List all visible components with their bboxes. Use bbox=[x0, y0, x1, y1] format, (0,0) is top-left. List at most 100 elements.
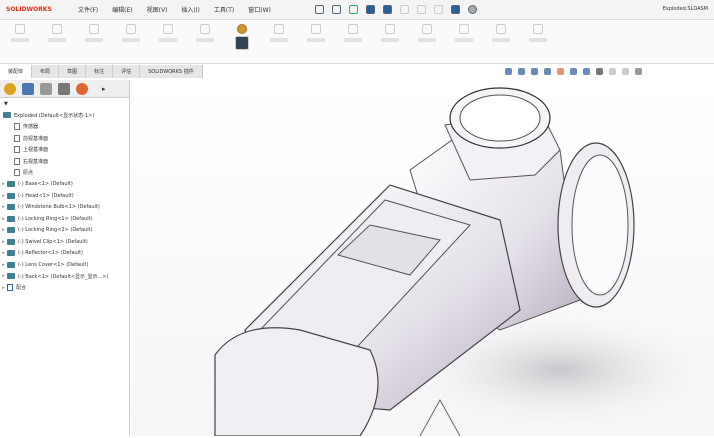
menu-window[interactable]: 窗口(W) bbox=[248, 5, 271, 14]
tree-item[interactable]: ▸ (-) Locking Ring<1> (Default) bbox=[0, 213, 129, 225]
command-manager bbox=[0, 20, 714, 64]
expand-icon[interactable]: ▸ bbox=[0, 262, 7, 268]
tree-item-label: 传感器 bbox=[23, 124, 39, 131]
tree-item[interactable]: ▸ (-) Lens Cover<1> (Default) bbox=[0, 259, 129, 271]
menu-insert[interactable]: 插入(I) bbox=[181, 5, 199, 14]
configuration-manager-tab-icon[interactable] bbox=[40, 82, 52, 95]
previous-view-icon[interactable] bbox=[531, 68, 538, 75]
menu-tools[interactable]: 工具(T) bbox=[214, 5, 234, 14]
chevron-right-icon[interactable]: ▸ bbox=[102, 85, 106, 93]
view-orientation-icon[interactable] bbox=[557, 68, 564, 75]
tree-item[interactable]: ▸ 配合 bbox=[0, 282, 129, 294]
menu-view[interactable]: 视图(V) bbox=[147, 5, 168, 14]
hide-show-icon[interactable] bbox=[583, 68, 590, 75]
tree-item-label: 配合 bbox=[16, 285, 27, 292]
tree-item[interactable]: ▸ (-) Swivel Clip<1> (Default) bbox=[0, 236, 129, 248]
feature-manager-tab-icon[interactable] bbox=[4, 82, 16, 95]
scene-icon[interactable] bbox=[609, 68, 616, 75]
tab-addins[interactable]: SOLIDWORKS 插件 bbox=[140, 65, 203, 78]
tree-item[interactable]: ▸ (-) Reflector<1> (Default) bbox=[0, 248, 129, 260]
filter-icon[interactable]: ▼ bbox=[0, 98, 129, 110]
view-settings-icon[interactable] bbox=[622, 68, 629, 75]
options-icon[interactable] bbox=[467, 5, 477, 14]
tree-item[interactable]: ▸ (-) Back<1> (Default<显示_显示...>) bbox=[0, 271, 129, 283]
expand-icon[interactable]: ▸ bbox=[0, 216, 7, 222]
ribbon-button[interactable] bbox=[43, 20, 71, 60]
tree-item[interactable]: 前视基准面 bbox=[0, 133, 129, 145]
tree-item-label: (-) Locking Ring<1> (Default) bbox=[18, 215, 93, 222]
ribbon-button[interactable] bbox=[80, 20, 108, 60]
feature-manager-panel: ▸ ▼ Exploded (Default<显示状态-1>) 传感器前视基准面上… bbox=[0, 80, 130, 436]
rebuild-icon[interactable] bbox=[433, 5, 443, 14]
tree-label: Exploded (Default<显示状态-1>) bbox=[14, 112, 95, 119]
display-manager-tab-icon[interactable] bbox=[76, 82, 88, 95]
ribbon-button[interactable] bbox=[450, 20, 478, 60]
print-icon[interactable] bbox=[382, 5, 392, 14]
zoom-area-icon[interactable] bbox=[518, 68, 525, 75]
tree-item[interactable]: ▸ (-) Locking Ring<2> (Default) bbox=[0, 225, 129, 237]
save-icon[interactable] bbox=[365, 5, 375, 14]
tree-item-label: 上视基准面 bbox=[23, 147, 49, 154]
property-manager-tab-icon[interactable] bbox=[22, 82, 34, 95]
part-icon bbox=[7, 204, 15, 211]
zoom-to-fit-icon[interactable] bbox=[505, 68, 512, 75]
ribbon-button[interactable] bbox=[524, 20, 552, 60]
expand-icon[interactable]: ▸ bbox=[0, 250, 7, 256]
ribbon-button[interactable] bbox=[339, 20, 367, 60]
expand-icon[interactable]: ▸ bbox=[0, 181, 7, 187]
plane-icon bbox=[14, 134, 20, 142]
home-icon[interactable] bbox=[314, 5, 324, 14]
part-icon bbox=[7, 261, 15, 268]
tree-item[interactable]: ▸ (-) Windstone Bulb<1> (Default) bbox=[0, 202, 129, 214]
expand-icon[interactable]: ▸ bbox=[0, 227, 7, 233]
new-file-icon[interactable] bbox=[331, 5, 341, 14]
tab-markup[interactable]: 标注 bbox=[86, 65, 114, 78]
tab-assembly[interactable]: 装配体 bbox=[0, 65, 33, 78]
display-style-icon[interactable] bbox=[570, 68, 577, 75]
tab-layout[interactable]: 布局 bbox=[32, 65, 60, 78]
tab-sketch[interactable]: 草图 bbox=[59, 65, 87, 78]
ribbon-button[interactable] bbox=[413, 20, 441, 60]
mates-icon bbox=[7, 284, 13, 292]
plane-icon bbox=[14, 157, 20, 165]
tab-evaluate[interactable]: 评估 bbox=[113, 65, 141, 78]
lens-inner bbox=[571, 154, 629, 296]
ribbon-button[interactable] bbox=[154, 20, 182, 60]
tree-item[interactable]: ▸ (-) Head<1> (Default) bbox=[0, 190, 129, 202]
file-properties-icon[interactable] bbox=[450, 5, 460, 14]
redo-icon[interactable] bbox=[416, 5, 426, 14]
tree-item[interactable]: ▸ (-) Base<1> (Default) bbox=[0, 179, 129, 191]
tree-item[interactable]: 右视基准面 bbox=[0, 156, 129, 168]
ribbon-button[interactable] bbox=[265, 20, 293, 60]
menu-edit[interactable]: 编辑(E) bbox=[112, 5, 132, 14]
expand-icon[interactable]: ▸ bbox=[0, 239, 7, 245]
tree-root[interactable]: Exploded (Default<显示状态-1>) bbox=[0, 110, 129, 122]
expand-icon[interactable]: ▸ bbox=[0, 193, 7, 199]
expand-icon[interactable]: ▸ bbox=[0, 273, 7, 279]
tree-item[interactable]: 原点 bbox=[0, 167, 129, 179]
ribbon-button[interactable] bbox=[117, 20, 145, 60]
ribbon-button[interactable] bbox=[487, 20, 515, 60]
graphics-area[interactable] bbox=[131, 80, 714, 437]
section-view-icon[interactable] bbox=[544, 68, 551, 75]
tree-item[interactable]: 传感器 bbox=[0, 121, 129, 133]
menu-file[interactable]: 文件(F) bbox=[78, 5, 98, 14]
heads-up-toolbar bbox=[505, 68, 642, 75]
tree-item[interactable]: 上视基准面 bbox=[0, 144, 129, 156]
top-ring-inner bbox=[459, 94, 541, 142]
ribbon-button[interactable] bbox=[6, 20, 34, 60]
ribbon-button[interactable] bbox=[191, 20, 219, 60]
tree-item-label: 前视基准面 bbox=[23, 135, 49, 142]
monitor-icon[interactable] bbox=[635, 68, 642, 75]
ribbon-button[interactable] bbox=[376, 20, 404, 60]
appearance-icon[interactable] bbox=[596, 68, 603, 75]
dimxpert-tab-icon[interactable] bbox=[58, 82, 70, 95]
tree-item-label: 原点 bbox=[23, 170, 34, 177]
ribbon-button-active[interactable] bbox=[228, 20, 256, 60]
open-icon[interactable] bbox=[348, 5, 358, 14]
expand-icon[interactable]: ▸ bbox=[0, 204, 7, 210]
ribbon-button[interactable] bbox=[302, 20, 330, 60]
part-icon bbox=[7, 250, 15, 257]
undo-icon[interactable] bbox=[399, 5, 409, 14]
expand-icon[interactable]: ▸ bbox=[0, 285, 7, 291]
